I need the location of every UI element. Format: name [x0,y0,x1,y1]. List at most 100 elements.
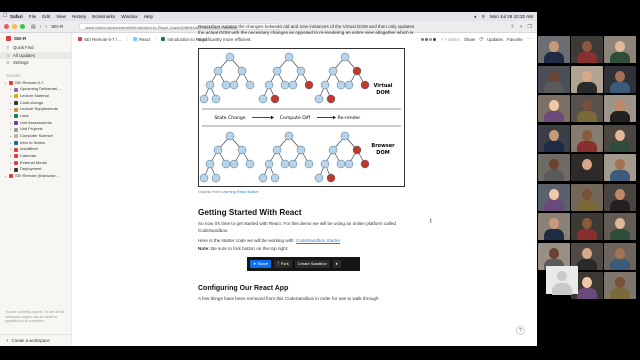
participant-video-tile[interactable] [604,124,636,152]
apple-icon[interactable]:  [0,12,10,21]
sidebar-page-item[interactable]: ▸ Code-Alongs [0,100,71,107]
menu-view[interactable]: View [56,14,66,19]
participant-video-tile[interactable] [538,36,570,63]
sidebar-page-item[interactable]: ▸ Unit Projects [0,126,71,133]
window-controls [4,24,25,29]
caption-link[interactable]: Learning React Native [221,190,259,194]
tree-node [237,145,247,155]
participant-video-tile[interactable] [571,124,603,152]
wifi-icon[interactable]: ◕ [474,14,477,19]
tree-node [221,80,231,90]
sidebar-page-label: Code-Alongs [20,99,44,105]
tree-node-changed [360,159,370,169]
participant-video-tile[interactable] [604,95,636,122]
participant-video-tile[interactable] [571,213,603,240]
sidebar-page-item[interactable]: ▸ SEI Remote (Instructor... [0,173,71,180]
tree-node [258,94,268,104]
tree-node [344,80,354,90]
participant-body [577,140,597,152]
sidebar-page-item[interactable]: ▸ Calendar [0,153,71,160]
share-button[interactable]: Share [464,37,475,42]
search-icon[interactable]: ⚲ [481,14,484,20]
participant-body [610,52,630,63]
tabs-overview-icon[interactable]: ❐ [528,24,532,30]
tree-node [205,80,215,90]
participant-video-tile[interactable] [538,95,570,122]
sidebar-settings[interactable]: ⚙ Settings [0,59,71,67]
participant-video-tile[interactable] [538,183,570,211]
participant-video-tile[interactable] [571,65,603,93]
menu-file[interactable]: File [29,14,36,19]
menu-safari[interactable]: Safari [10,14,23,19]
sidebar-page-item[interactable]: ▸ Upcoming Deliverabl... [0,86,71,93]
participant-video-tile[interactable] [604,65,636,93]
menu-edit[interactable]: Edit [42,14,50,19]
forward-arrow-icon[interactable]: › [45,24,47,30]
tree-node [213,66,223,76]
sidebar-quick-find[interactable]: ⚲ Quick Find [0,44,71,52]
create-workspace-button[interactable]: + Create a workspace [0,334,71,346]
sidebar-page-item[interactable]: ▸ External Media [0,160,71,167]
sidebar-page-item[interactable]: ▸ Lecture Supplements [0,106,71,113]
participant-video-tile[interactable] [538,124,570,152]
participant-video-tile[interactable] [604,242,636,270]
zoom-window-button[interactable] [20,24,25,29]
updates-button[interactable]: Updates [487,37,503,42]
sidebar-page-item[interactable]: ▸ Lecture Material [0,93,71,100]
other-viewers-count[interactable]: + 7 others [441,37,460,42]
breadcrumb-item[interactable]: React [139,37,150,42]
participant-body [610,140,630,152]
back-arrow-icon[interactable]: ‹ [40,24,42,30]
participant-video-tile[interactable] [538,154,570,181]
breadcrumb-item[interactable]: SEI Remote 6-7 / ... [84,37,122,42]
new-tab-icon[interactable]: + [520,24,523,30]
participant-video-tile[interactable] [571,183,603,211]
tree-node-changed [360,80,370,90]
menu-clock[interactable]: Mon Jul 26 10:32 AM [490,14,533,19]
participant-video-tile[interactable] [571,95,603,122]
bell-icon: ♦ [332,259,341,268]
codesandbox-create-button: Create Sandbox [294,259,330,268]
participant-video-tile[interactable] [538,213,570,240]
sidebar-page-item[interactable]: ▸ SEI Remote 6-7 [0,80,71,87]
participant-video-tile[interactable] [604,213,636,240]
participant-face [582,41,592,52]
sidebar-page-item[interactable]: ▸ Labs [0,113,71,120]
help-button[interactable]: ? [516,326,525,335]
participant-face [582,159,592,170]
arrow-head [333,116,336,120]
sidebar-toggle-icon[interactable]: ▤ [31,24,36,30]
participant-video-tile[interactable] [604,36,636,63]
close-window-button[interactable] [4,24,9,29]
more-options-icon[interactable]: ⋯ [527,36,531,42]
tree-node [199,173,209,183]
react-icon [132,37,137,41]
participant-video-tile[interactable] [604,183,636,211]
sidebar-page-item[interactable]: ▸ Intro to Notion [0,140,71,147]
sidebar-page-item[interactable]: ▸ InstaBleet [0,146,71,153]
sidebar-page-item[interactable]: ▸ Unit Assessments [0,120,71,127]
participant-video-tile[interactable] [604,272,636,299]
participant-body [544,81,564,93]
sidebar-page-item[interactable]: ▸ Computer Science [0,133,71,140]
browser-tab-title[interactable]: SEI-R [51,24,63,29]
codesandbox-starter-link[interactable]: CodeSandbox Starter [296,238,340,243]
viewer-avatars[interactable] [419,36,437,42]
participant-video-tile[interactable] [604,154,636,181]
share-icon[interactable]: ⇧ [510,24,514,30]
menu-window[interactable]: Window [121,14,137,19]
menu-history[interactable]: History [72,14,86,19]
participant-body [544,140,564,152]
minimize-window-button[interactable] [12,24,17,29]
sidebar-nav-label: All Updates [13,52,35,58]
menu-help[interactable]: Help [144,14,153,19]
participant-video-tile[interactable] [571,154,603,181]
workspace-switcher[interactable]: SEI-R [0,33,71,44]
sidebar-all-updates[interactable]: ◷ All Updates [0,51,71,59]
menu-bookmarks[interactable]: Bookmarks [92,14,115,19]
favorite-button[interactable]: Favorite [507,37,523,42]
participant-video-tile[interactable] [571,36,603,63]
page-icon [14,114,18,119]
sidebar-page-item[interactable]: ▸ Deployment [0,166,71,173]
participant-video-tile[interactable] [538,65,570,93]
